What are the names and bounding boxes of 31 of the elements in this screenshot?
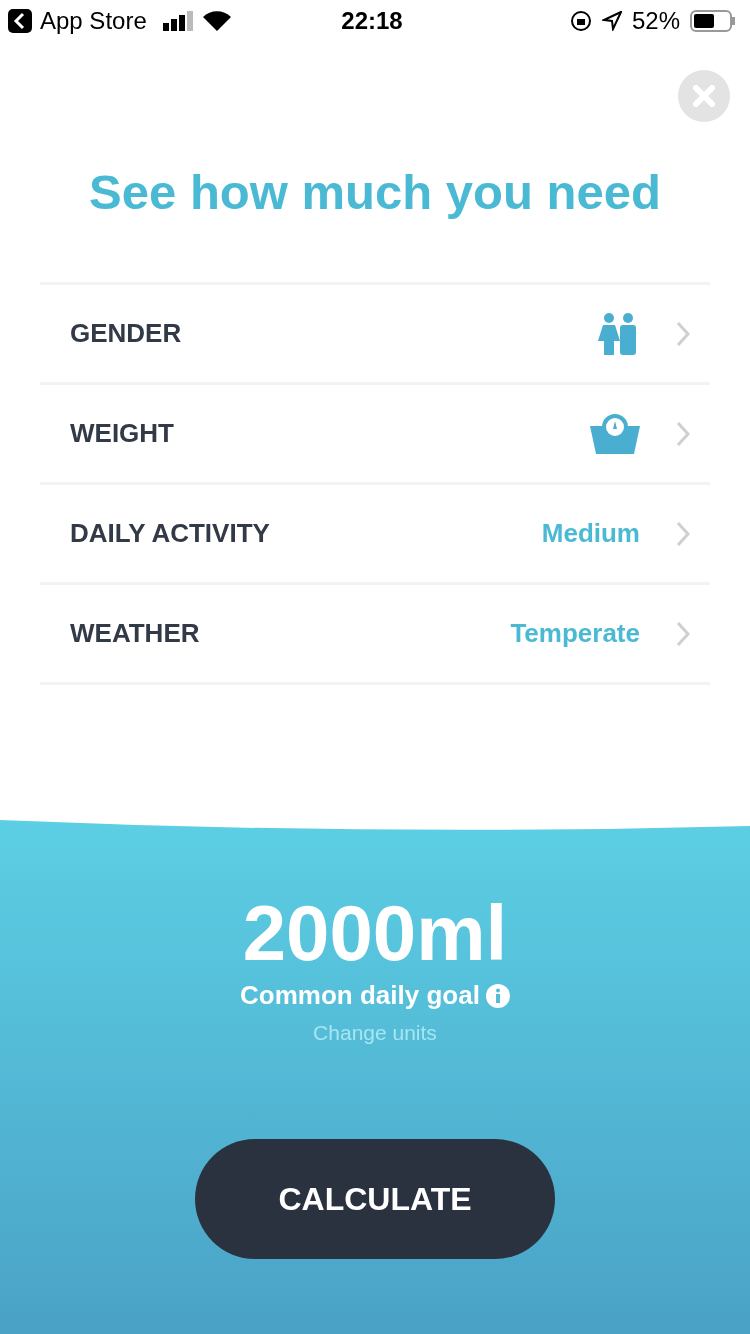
row-value: Temperate: [510, 618, 640, 649]
status-time: 22:18: [341, 7, 403, 35]
close-button[interactable]: [678, 70, 730, 122]
wifi-icon: [202, 11, 231, 31]
chevron-icon: [676, 520, 690, 547]
settings-row[interactable]: WEIGHT: [40, 385, 710, 485]
row-label: WEATHER: [70, 618, 201, 649]
chevron-icon: [676, 420, 690, 447]
row-label: DAILY ACTIVITY: [70, 518, 271, 549]
row-label: GENDER: [70, 318, 183, 349]
back-icon[interactable]: [8, 9, 32, 33]
signal-icon: [162, 11, 195, 31]
location-icon: [601, 11, 622, 31]
battery-percent: 52%: [631, 7, 680, 35]
rotation-lock-icon: [569, 10, 592, 32]
settings-row[interactable]: WEATHER Temperate: [40, 585, 710, 685]
row-value: Medium: [541, 518, 640, 549]
back-label[interactable]: App Store: [40, 7, 147, 35]
chevron-icon: [676, 320, 690, 347]
chevron-icon: [676, 620, 690, 647]
goal-amount: 2000ml: [242, 888, 508, 978]
settings-row[interactable]: GENDER: [40, 285, 710, 385]
calculate-button[interactable]: CALCULATE: [195, 1139, 555, 1259]
settings-row[interactable]: DAILY ACTIVITY Medium: [40, 485, 710, 585]
battery-icon: [690, 10, 736, 32]
scale-icon: [590, 413, 640, 454]
info-icon[interactable]: [485, 983, 510, 1008]
close-icon: [693, 85, 715, 107]
row-label: WEIGHT: [70, 418, 175, 449]
page-title: See how much you need: [88, 164, 662, 221]
goal-caption: Common daily goal: [240, 980, 480, 1011]
